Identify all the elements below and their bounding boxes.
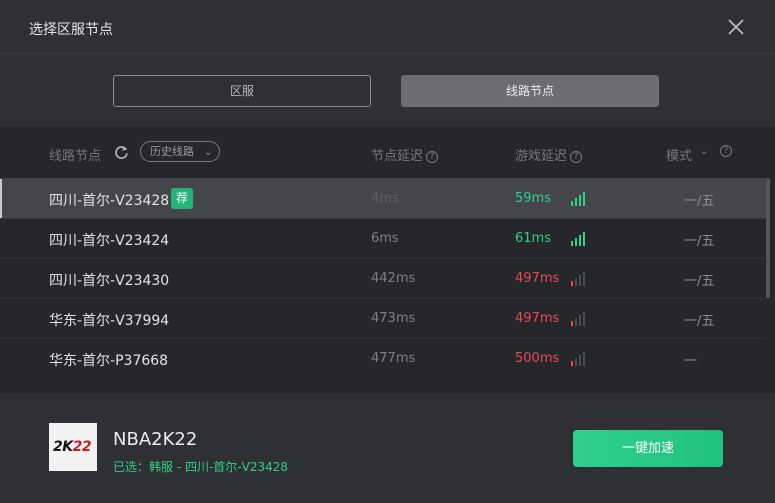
game-name: NBA2K22 [113,429,198,450]
node-row[interactable]: 四川-首尔-V23428 荐 4ms 59ms 一/五 [0,178,766,219]
node-delay: 6ms [371,231,399,246]
node-row[interactable]: 四川-首尔-V23430 442ms 497ms 一/五 [0,258,766,298]
node-delay-label: 节点延迟 [371,149,424,164]
node-name: 四川-首尔-V23428 [49,193,170,209]
node-delay: 4ms [371,191,399,206]
node-delay: 477ms [371,351,416,366]
node-row[interactable]: 华东-首尔-P37668 477ms 500ms 一 [0,338,766,378]
game-delay: 497ms [515,271,560,286]
mode-chevron-down-icon[interactable]: ⌄ [700,146,708,157]
signal-bars-icon [571,312,587,326]
signal-bars-icon [571,232,587,246]
game-delay: 497ms [515,311,560,326]
game-delay: 500ms [515,351,560,366]
selected-node-info: 已选：韩服 - 四川-首尔-V23428 [113,460,289,474]
help-icon[interactable]: ? [570,151,583,163]
help-icon[interactable]: ? [426,151,439,163]
column-header-game-delay: 游戏延迟? [515,145,583,164]
recommended-badge: 荐 [171,188,194,209]
node-name: 四川-首尔-V23424 [49,233,170,249]
title-bar: 选择区服节点 [0,0,775,54]
tab-bar: 区服 线路节点 [0,55,775,127]
scrollbar[interactable] [766,178,770,298]
one-click-accelerate-button[interactable]: 一键加速 [573,430,723,467]
game-cover-image: 2K22 [49,423,97,471]
node-list: 线路节点 历史线路 ⌄ 节点延迟? 游戏延迟? 模式 ⌄ ? 四川-首尔-V23… [0,127,775,393]
node-delay: 473ms [371,311,416,326]
node-name: 四川-首尔-V23430 [49,273,170,289]
column-header-mode: 模式 [666,149,693,164]
close-icon[interactable] [724,15,748,39]
column-header-node-delay: 节点延迟? [371,145,439,164]
node-mode: 一 [684,354,698,369]
signal-bars-icon [571,352,587,366]
node-mode: 一/五 [684,194,715,209]
list-header: 线路节点 历史线路 ⌄ 节点延迟? 游戏延迟? 模式 ⌄ ? [0,127,775,178]
tab-region[interactable]: 区服 [113,75,371,107]
column-header-node: 线路节点 [49,149,102,164]
node-select-dialog: 选择区服节点 区服 线路节点 线路节点 历史线路 ⌄ 节点延迟? 游戏延迟? 模… [0,0,775,503]
history-lines-label: 历史线路 [150,145,194,158]
node-name: 华东-首尔-V37994 [49,313,170,329]
game-delay: 59ms [515,191,551,206]
refresh-icon[interactable] [113,144,130,161]
dialog-title: 选择区服节点 [29,22,113,38]
tab-line-node[interactable]: 线路节点 [401,75,659,107]
help-icon[interactable]: ? [720,145,732,157]
game-delay-label: 游戏延迟 [515,149,568,164]
node-row[interactable]: 四川-首尔-V23424 6ms 61ms 一/五 [0,218,766,258]
game-cover-logo: 2K22 [53,439,92,455]
history-lines-dropdown[interactable]: 历史线路 ⌄ [140,141,220,162]
node-mode: 一/五 [684,234,715,249]
game-delay: 61ms [515,231,551,246]
node-row[interactable]: 华东-首尔-V37994 473ms 497ms 一/五 [0,298,766,338]
signal-bars-icon [571,272,587,286]
footer-panel: 2K22 NBA2K22 已选：韩服 - 四川-首尔-V23428 一键加速 [0,393,775,503]
node-name: 华东-首尔-P37668 [49,353,169,369]
signal-bars-icon [571,192,587,206]
node-mode: 一/五 [684,314,715,329]
node-delay: 442ms [371,271,416,286]
node-mode: 一/五 [684,274,715,289]
chevron-down-icon: ⌄ [204,147,213,158]
